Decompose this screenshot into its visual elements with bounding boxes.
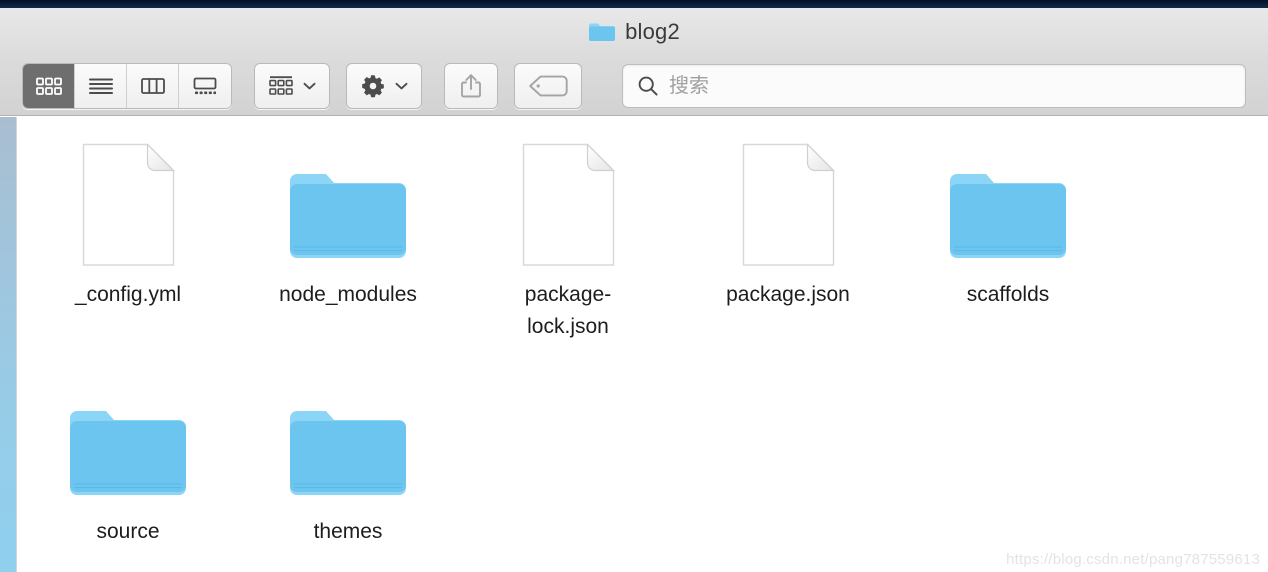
share-button[interactable] (444, 63, 498, 109)
tag-icon (529, 75, 568, 97)
view-button-icon[interactable] (23, 64, 75, 108)
file-label: scaffolds (966, 283, 1050, 306)
search-container: 搜索 (622, 64, 1246, 108)
file-item[interactable]: themes (238, 368, 458, 548)
file-row: source themes (18, 368, 1268, 548)
file-row: _config.yml node_modules package-lock.js… (18, 131, 1268, 342)
folder-icon (68, 368, 188, 504)
file-label: node_modules (279, 283, 417, 306)
grid-arrange-icon (269, 76, 293, 95)
file-item[interactable]: node_modules (238, 131, 458, 342)
chevron-down-icon (303, 82, 316, 90)
file-label: package-lock.json (524, 283, 612, 338)
document-icon (521, 131, 616, 267)
search-placeholder: 搜索 (669, 75, 709, 97)
view-mode-group (22, 63, 232, 109)
chevron-down-icon (395, 82, 408, 90)
file-item[interactable]: scaffolds (898, 131, 1118, 342)
watermark-text: https://blog.csdn.net/pang787559613 (1006, 551, 1260, 568)
folder-icon (948, 131, 1068, 267)
share-icon (461, 74, 481, 98)
tag-button[interactable] (514, 63, 582, 109)
title-bar[interactable]: blog2 (0, 8, 1268, 56)
gear-icon (362, 75, 384, 98)
file-item[interactable]: package-lock.json (458, 131, 678, 342)
view-button-list[interactable] (75, 64, 127, 108)
sidebar-edge[interactable] (0, 117, 17, 572)
search-icon (638, 76, 658, 96)
file-browser-content[interactable]: _config.yml node_modules package-lock.js… (0, 117, 1268, 572)
file-label: package.json (726, 283, 850, 306)
document-icon (741, 131, 836, 267)
file-label: source (96, 520, 160, 543)
file-label: _config.yml (74, 283, 182, 306)
arrange-button[interactable] (254, 63, 330, 109)
desktop-background-strip (0, 0, 1268, 8)
view-button-gallery[interactable] (179, 64, 231, 108)
window-chrome: blog2 搜索 (0, 8, 1268, 116)
search-field[interactable]: 搜索 (622, 64, 1246, 108)
toolbar: 搜索 (0, 56, 1268, 116)
finder-window: blog2 搜索 _config.yml node_modules packag… (0, 0, 1268, 572)
action-button[interactable] (346, 63, 422, 109)
file-item[interactable]: _config.yml (18, 131, 238, 342)
folder-icon (588, 21, 616, 43)
file-item[interactable]: source (18, 368, 238, 548)
folder-icon (288, 131, 408, 267)
file-item[interactable]: package.json (678, 131, 898, 342)
folder-icon (288, 368, 408, 504)
file-label: themes (313, 520, 383, 543)
document-icon (81, 131, 176, 267)
view-button-column[interactable] (127, 64, 179, 108)
icon-grid: _config.yml node_modules package-lock.js… (18, 117, 1268, 572)
page-title: blog2 (625, 19, 680, 44)
